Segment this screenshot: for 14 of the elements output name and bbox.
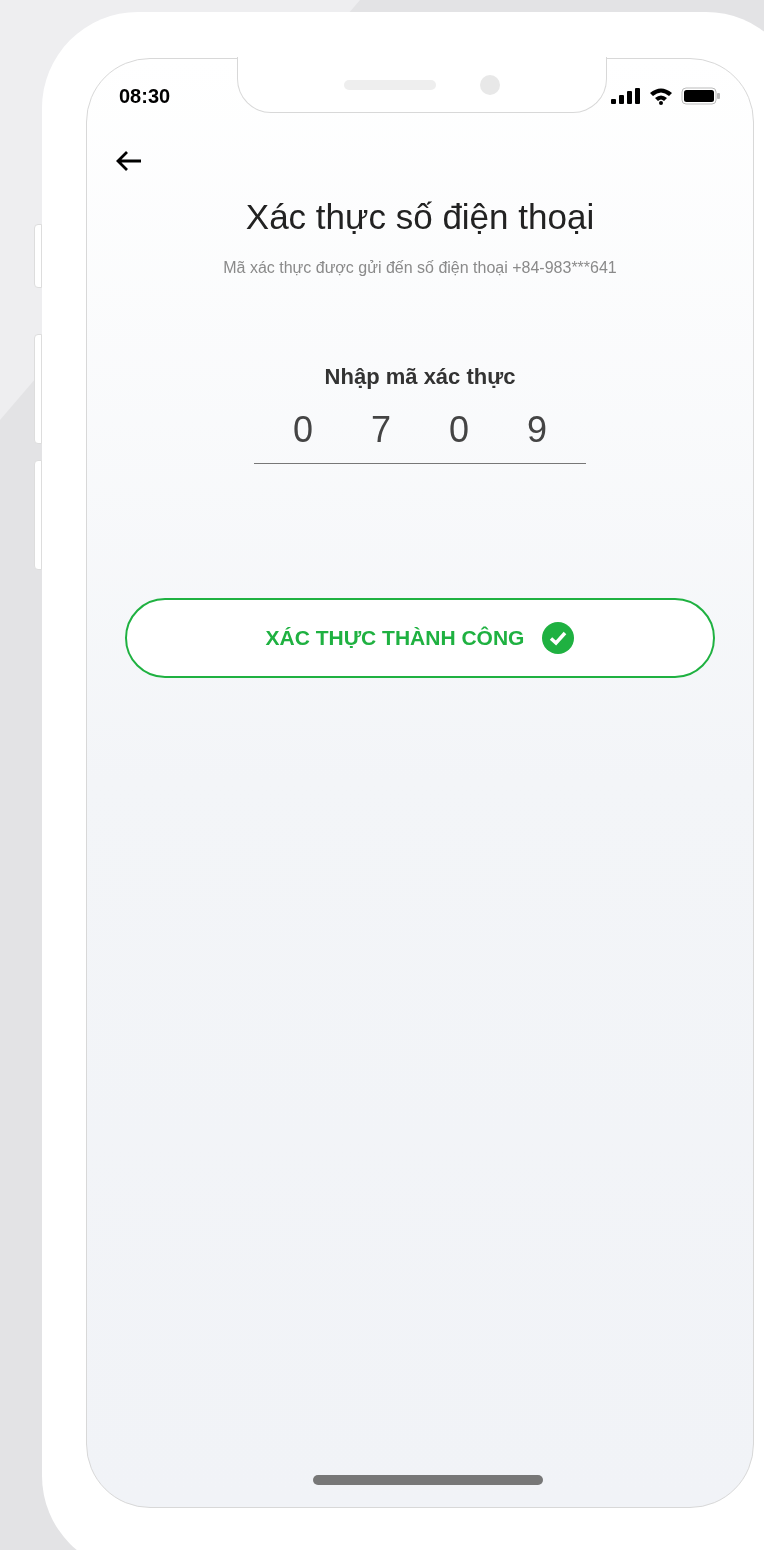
back-arrow-icon [115,149,143,173]
code-digit: 0 [449,407,469,452]
signal-icon [611,88,641,104]
status-time: 08:30 [119,84,171,109]
wifi-icon [649,87,673,105]
code-field[interactable]: 0 7 0 9 [254,402,586,464]
battery-icon [681,87,721,105]
code-digit: 9 [527,407,547,452]
code-label: Nhập mã xác thực [324,362,516,391]
code-digit: 7 [371,407,391,452]
code-digit: 0 [293,407,313,452]
page-title: Xác thực số điện thoại [244,196,596,238]
check-circle-icon [542,621,575,654]
page-subtitle: Mã xác thực được gửi đến số điện thoại +84-983***641 [222,257,618,278]
